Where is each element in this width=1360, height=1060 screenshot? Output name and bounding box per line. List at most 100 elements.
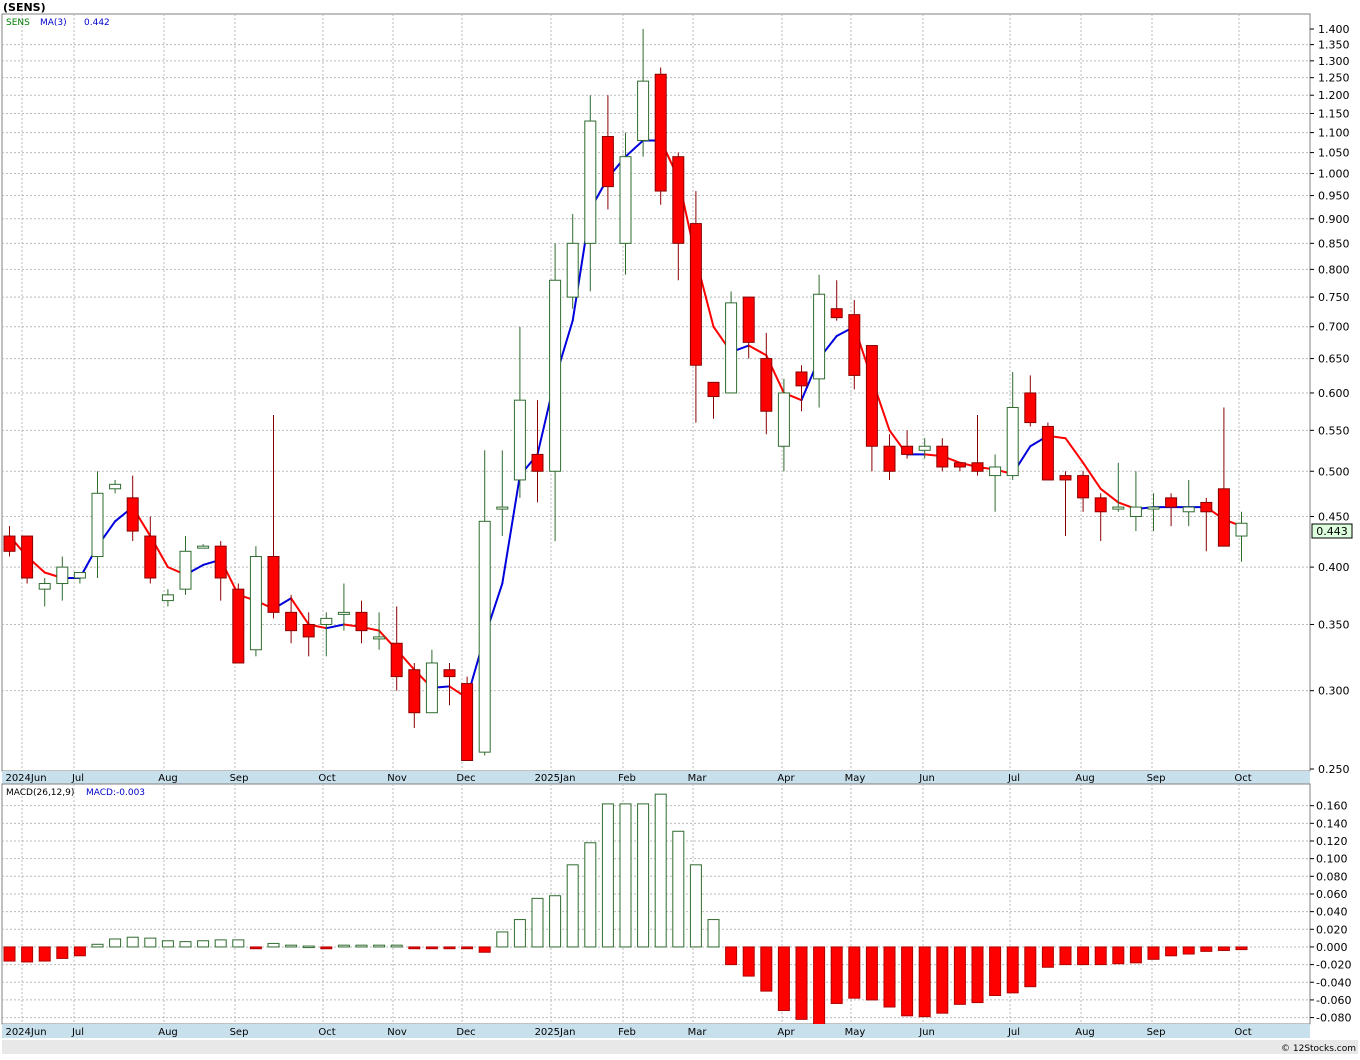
macd-bar (1112, 946, 1125, 965)
candle-body (56, 566, 69, 585)
candle-body (179, 550, 192, 590)
price-panel: 1.400 1.350 1.300 1.250 1.200 1.150 1.100 1.050… (1, 13, 1353, 776)
candle-body (249, 556, 262, 651)
macd-bar (249, 946, 262, 950)
macd-bar (742, 946, 755, 977)
macd-bar (408, 946, 421, 950)
candle-body (566, 242, 579, 298)
price-month-label: Nov (387, 773, 407, 784)
macd-bar (1041, 946, 1054, 968)
macd-bar (619, 803, 632, 948)
macd-month-label: Jun (918, 1027, 935, 1038)
candle (725, 291, 738, 394)
macd-panel: 0.160 0.140 0.120 0.100 0.080 0.060 0.040 0.020… (1, 783, 1351, 1027)
price-tick-label: 1.100 (1318, 127, 1350, 140)
price-month-label: Feb (618, 773, 636, 784)
price-tick-label: 1.300 (1318, 55, 1350, 68)
candle (232, 583, 245, 664)
macd-bar (953, 946, 966, 1005)
macd-bar (936, 946, 949, 1014)
price-month-label: Sep (1147, 773, 1166, 784)
candle-body (584, 120, 597, 244)
macd-bar (918, 946, 931, 1018)
candle-body (672, 156, 685, 244)
price-tick-label: 1.400 (1318, 23, 1350, 36)
macd-bar (496, 931, 509, 948)
candle-body (496, 506, 509, 510)
price-tick-label: 0.700 (1318, 321, 1350, 334)
price-month-label: Aug (1075, 773, 1095, 784)
macd-tick-label: 0.080 (1316, 870, 1348, 883)
macd-bar (21, 946, 34, 963)
price-month-label: Mar (688, 773, 708, 784)
macd-bar (1094, 946, 1107, 966)
candle-body (267, 556, 280, 613)
candle-body (1182, 506, 1195, 513)
legend-symbol: SENS (6, 18, 30, 28)
candle-body (1024, 392, 1037, 424)
price-month-label: May (845, 773, 866, 784)
macd-bar (373, 944, 386, 948)
price-tick-label: 0.750 (1318, 291, 1350, 304)
macd-bar (513, 919, 526, 948)
footer-credit: © 12Stocks.com (1281, 1044, 1356, 1054)
macd-bar (73, 946, 86, 957)
macd-bar (830, 946, 843, 1004)
price-tick-label: 0.450 (1318, 511, 1350, 524)
macd-bar (355, 944, 368, 948)
candle-body (1077, 475, 1090, 499)
candle-body (1200, 501, 1213, 513)
macd-bar (1024, 946, 1037, 988)
macd-bar (1129, 946, 1142, 964)
macd-bar (38, 946, 51, 962)
candle-body (144, 535, 157, 579)
macd-bar (707, 919, 720, 948)
price-month-label: Apr (777, 773, 795, 784)
macd-bar (725, 946, 738, 966)
chart-root: (SENS) 1.400 1.350 1.300 1.250 1.200 1.150 1.1… (0, 0, 1360, 1056)
price-month-label: Aug (158, 773, 178, 784)
candle-body (813, 293, 826, 380)
candle-body (1129, 506, 1142, 518)
price-tick-label: 0.950 (1318, 190, 1350, 203)
macd-tick-label: 0.000 (1316, 941, 1348, 954)
macd-tick-label: 0.160 (1316, 800, 1348, 813)
candle-body (1041, 425, 1054, 481)
macd-bar (232, 939, 245, 948)
macd-bar (865, 946, 878, 1001)
macd-bar (637, 803, 650, 948)
last-price-tag-text: 0.443 (1316, 525, 1348, 538)
last-price-tag: 0.443 (1311, 523, 1353, 539)
price-tick-label: 0.800 (1318, 263, 1350, 276)
macd-bar (584, 842, 597, 948)
candle-body (936, 445, 949, 468)
candle-body (109, 483, 122, 490)
price-tick-label: 0.550 (1318, 424, 1350, 437)
candle-body (989, 466, 1002, 477)
candle (654, 67, 667, 205)
candle (1041, 422, 1054, 481)
candle-body (707, 381, 720, 398)
price-tick-label: 0.500 (1318, 465, 1350, 478)
macd-bar (601, 803, 614, 948)
candle-body (654, 73, 667, 192)
macd-tick-label: 0.120 (1316, 835, 1348, 848)
candle (21, 535, 34, 584)
macd-bar (654, 793, 667, 948)
candle-body (953, 462, 966, 468)
macd-bar (549, 895, 562, 948)
candle-body (320, 617, 333, 625)
candle-body (232, 588, 245, 664)
macd-bar (1182, 946, 1195, 955)
candle-body (461, 683, 474, 761)
price-tick-label: 0.900 (1318, 213, 1350, 226)
candle-body (689, 223, 702, 366)
price-tick-label: 0.650 (1318, 353, 1350, 366)
macd-bar (760, 946, 773, 992)
candle-body (408, 669, 421, 714)
macd-tick-label: 0.100 (1316, 853, 1348, 866)
macd-month-label: Feb (618, 1027, 636, 1038)
candle-body (478, 520, 491, 753)
price-month-label: 2024Jun (5, 773, 46, 784)
price-month-label: Oct (1234, 773, 1251, 784)
